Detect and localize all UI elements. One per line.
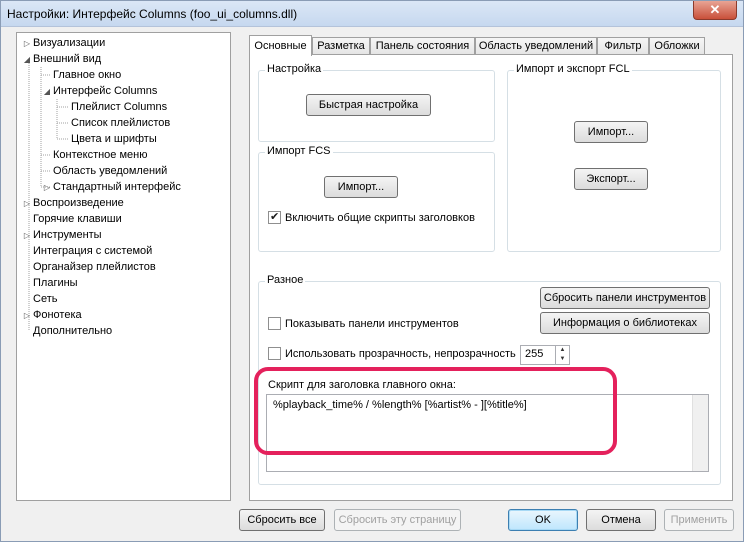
group-title: Импорт FCS [265,145,333,157]
tab-panel-general: Настройка Быстрая настройка Импорт и экс… [249,54,733,501]
tree-item-label: Инструменты [33,229,102,241]
tree-item-label: Главное окно [53,69,122,81]
script-scrollbar[interactable] [692,395,708,471]
spin-arrows-icon[interactable]: ▲ ▼ [555,346,569,364]
expand-arrow-icon[interactable]: ▷ [41,180,53,196]
library-info-button[interactable]: Информация о библиотеках [540,312,710,334]
checkbox-label: Показывать панели инструментов [285,317,459,330]
tree-item-label: Внешний вид [33,53,102,65]
tree-item-label: Фонотека [33,309,82,321]
tree-item-label: Воспроизведение [33,197,124,209]
group-title: Разное [265,274,306,286]
tree-item-tools[interactable]: ▷ Инструменты [21,227,102,243]
fcs-import-button[interactable]: Импорт... [324,176,398,198]
expand-arrow-icon[interactable]: ▷ [21,228,33,244]
checkbox-label: Включить общие скрипты заголовков [285,211,475,224]
tab-artwork[interactable]: Обложки [649,37,705,55]
transparency-checkbox[interactable]: Использовать прозрачность, непрозрачност… [268,347,516,360]
tree-item-columns-playlist[interactable]: Плейлист Columns [71,99,167,115]
group-title: Настройка [265,63,324,75]
tree-item-label: Сеть [33,293,58,305]
tree-item-playback[interactable]: ▷ Воспроизведение [21,195,124,211]
misc-group: Разное Сбросить панели инструментов Инфо… [258,274,721,485]
tree-item-label: Список плейлистов [71,117,171,129]
tree-item-media-library[interactable]: ▷ Фонотека [21,307,82,323]
tab-layout[interactable]: Разметка [312,37,370,55]
opacity-spinner[interactable]: 255 ▲ ▼ [520,345,570,365]
tree-item-label: Контекстное меню [53,149,148,161]
collapse-arrow-icon[interactable]: ◢ [41,84,53,100]
tree-item-playlist-organizer[interactable]: Органайзер плейлистов [33,259,156,275]
reset-page-button[interactable]: Сбросить эту страницу [334,509,461,531]
ok-button[interactable]: OK [508,509,578,531]
tree-item-label: Стандартный интерфейс [53,181,181,193]
tree-item-default-ui[interactable]: ▷ Стандартный интерфейс [41,179,181,195]
fcl-export-button[interactable]: Экспорт... [574,168,648,190]
tree-item-label: Интерфейс Columns [53,85,158,97]
expand-arrow-icon[interactable]: ▷ [21,36,33,52]
tab-filter[interactable]: Фильтр [597,37,649,55]
tree-item-columns-ui[interactable]: ◢ Интерфейс Columns [41,83,158,100]
title-bar: Настройки: Интерфейс Columns (foo_ui_col… [1,1,743,27]
tree-item-label: Цвета и шрифты [71,133,157,145]
title-script-value[interactable]: %playback_time% / %length% [%artist% - ]… [273,399,527,411]
apply-button[interactable]: Применить [664,509,734,531]
fcl-import-export-group: Импорт и экспорт FCL Импорт... Экспорт..… [507,63,721,252]
tree-item-keyboard-shortcuts[interactable]: Горячие клавиши [33,211,122,227]
expand-arrow-icon[interactable]: ▷ [21,196,33,212]
tree-item-label: Плагины [33,277,78,289]
tree-item-label: Дополнительно [33,325,113,337]
collapse-arrow-icon[interactable]: ◢ [21,52,33,68]
tree-item-main-window[interactable]: Главное окно [53,67,121,83]
title-script-input[interactable]: %playback_time% / %length% [%artist% - ]… [266,394,709,472]
tree-item-label: Органайзер плейлистов [33,261,156,273]
include-scripts-checkbox[interactable]: Включить общие скрипты заголовков [268,210,475,224]
tree-item-networking[interactable]: Сеть [33,291,57,307]
tree-item-advanced[interactable]: Дополнительно [33,323,112,339]
show-toolbars-checkbox[interactable]: Показывать панели инструментов [268,317,459,330]
tree-item-colours-fonts[interactable]: Цвета и шрифты [71,131,157,147]
tree-item-context-menu[interactable]: Контекстное меню [53,147,147,163]
group-title: Импорт и экспорт FCL [514,63,632,75]
checkbox-box[interactable] [268,210,281,224]
tree-item-label: Визуализации [33,37,106,49]
settings-window: Настройки: Интерфейс Columns (foo_ui_col… [0,0,744,542]
tree-item-label: Плейлист Columns [71,101,168,113]
settings-tree[interactable]: ▷ Визуализации ◢ Внешний вид Главное окно … [16,32,231,501]
tab-status-bar[interactable]: Панель состояния [370,37,475,55]
tree-item-components[interactable]: Плагины [33,275,78,291]
window-title: Настройки: Интерфейс Columns (foo_ui_col… [7,7,298,21]
tree-item-label: Область уведомлений [53,165,168,177]
tab-general[interactable]: Основные [249,35,312,56]
reset-toolbars-button[interactable]: Сбросить панели инструментов [540,287,710,309]
tree-item-appearance[interactable]: ◢ Внешний вид [21,51,101,67]
quick-setup-button[interactable]: Быстрая настройка [306,94,431,116]
checkbox-box[interactable] [268,317,281,330]
tree-item-notification-area[interactable]: Область уведомлений [53,163,167,179]
reset-all-button[interactable]: Сбросить все [239,509,325,531]
cancel-button[interactable]: Отмена [586,509,656,531]
checkbox-box[interactable] [268,347,281,360]
close-button[interactable]: ✕ [693,1,737,20]
fcl-import-button[interactable]: Импорт... [574,121,648,143]
tree-item-visualizations[interactable]: ▷ Визуализации [21,35,105,51]
tree-item-shell-integration[interactable]: Интеграция с системой [33,243,152,259]
expand-arrow-icon[interactable]: ▷ [21,308,33,324]
tab-notification-area[interactable]: Область уведомлений [475,37,597,55]
tree-item-playlist-switcher[interactable]: Список плейлистов [71,115,170,131]
checkbox-label: Использовать прозрачность, непрозрачност… [285,347,516,360]
fcs-import-group: Импорт FCS Импорт... Включить общие скри… [258,145,495,252]
title-script-label: Скрипт для заголовка главного окна: [268,379,456,391]
tree-item-label: Интеграция с системой [33,245,153,257]
opacity-value[interactable]: 255 [525,348,543,360]
setup-group: Настройка Быстрая настройка [258,63,495,142]
tree-item-label: Горячие клавиши [33,213,122,225]
